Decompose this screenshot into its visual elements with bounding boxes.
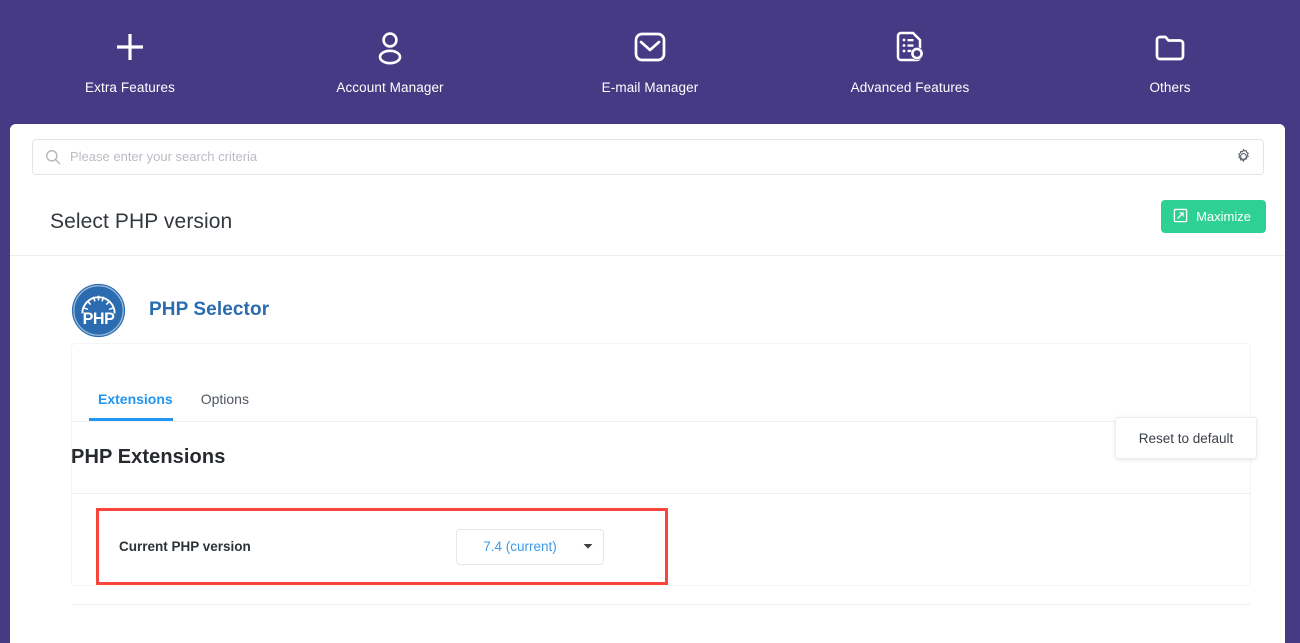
- user-icon: [373, 24, 407, 70]
- nav-label-email-manager: E-mail Manager: [601, 80, 699, 95]
- search-row: [10, 124, 1285, 189]
- nav-item-account-manager[interactable]: Account Manager: [260, 0, 520, 95]
- nav-label-extra-features: Extra Features: [85, 80, 175, 95]
- extension-panel: Extensions Options PHP Extensions Reset …: [71, 344, 1257, 605]
- app-name: PHP Selector: [149, 299, 270, 320]
- extensions-section-title: PHP Extensions: [71, 446, 226, 468]
- extensions-header-row: PHP Extensions Reset to default: [71, 417, 1257, 494]
- title-row: Select PHP version Maximize: [10, 189, 1285, 256]
- svg-text:PHP: PHP: [83, 309, 115, 327]
- tab-options[interactable]: Options: [192, 391, 258, 421]
- gear-icon[interactable]: [1235, 148, 1252, 165]
- app-header: PHP PHP Selector: [10, 256, 1285, 344]
- php-speedometer-logo: PHP: [70, 282, 127, 339]
- maximize-button[interactable]: Maximize: [1161, 200, 1266, 233]
- page-card: Select PHP version Maximize: [10, 124, 1285, 643]
- top-navigation-bar: Extra Features Account Manager E-mail Ma…: [0, 0, 1300, 125]
- envelope-icon: [632, 24, 668, 70]
- tab-extensions[interactable]: Extensions: [89, 391, 182, 421]
- tab-options-label: Options: [200, 391, 249, 407]
- tab-extensions-label: Extensions: [98, 391, 173, 407]
- reset-to-default-button[interactable]: Reset to default: [1115, 417, 1257, 459]
- php-version-value: 7.4 (current): [483, 539, 557, 554]
- section-divider: [72, 604, 1250, 605]
- nav-item-advanced-features[interactable]: Advanced Features: [780, 0, 1040, 95]
- php-version-select[interactable]: 7.4 (current): [456, 528, 604, 565]
- search-box[interactable]: [32, 138, 1264, 175]
- current-php-version-label: Current PHP version: [119, 539, 251, 554]
- tab-bar: Extensions Options: [72, 344, 1250, 422]
- nav-item-extra-features[interactable]: Extra Features: [0, 0, 260, 95]
- nav-label-advanced-features: Advanced Features: [850, 80, 970, 95]
- maximize-label: Maximize: [1196, 209, 1251, 224]
- nav-item-others[interactable]: Others: [1040, 0, 1300, 95]
- current-php-version-row: Current PHP version 7.4 (current): [96, 508, 668, 585]
- document-gear-icon: [893, 24, 927, 70]
- page-title: Select PHP version: [50, 210, 233, 233]
- plus-icon: [113, 24, 147, 70]
- search-icon: [45, 149, 61, 165]
- chevron-down-icon: [573, 543, 603, 550]
- nav-label-others: Others: [1149, 80, 1191, 95]
- nav-item-email-manager[interactable]: E-mail Manager: [520, 0, 780, 95]
- nav-label-account-manager: Account Manager: [336, 80, 444, 95]
- card-body: Select PHP version Maximize PHP PHP Sele…: [10, 189, 1285, 643]
- folder-icon: [1152, 24, 1188, 70]
- search-input[interactable]: [70, 149, 1235, 164]
- expand-icon: [1173, 208, 1188, 226]
- version-block: Current PHP version 7.4 (current): [72, 494, 1250, 605]
